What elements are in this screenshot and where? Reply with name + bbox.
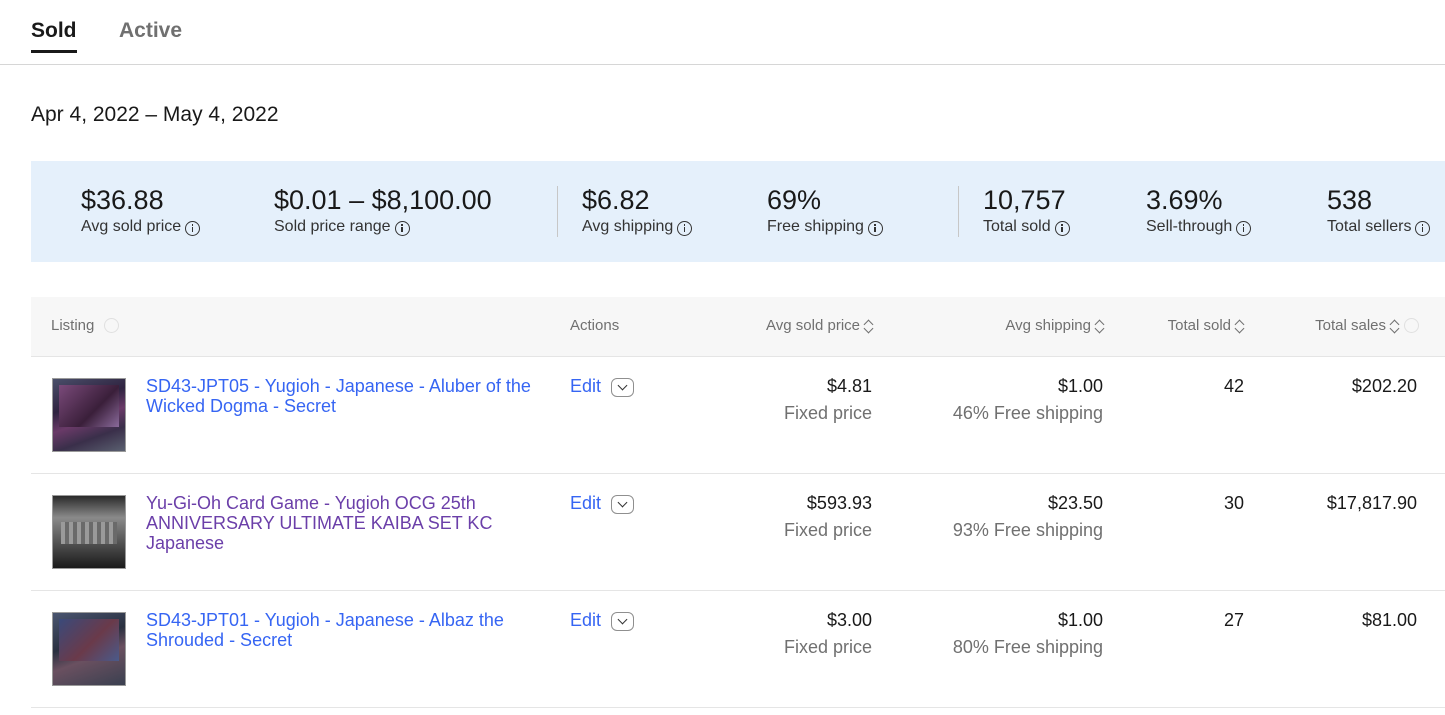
- free-shipping-percent: 80% Free shipping: [952, 637, 1103, 657]
- avg-shipping-cell: $1.00 46% Free shipping: [953, 376, 1103, 423]
- stat-label: Avg sold price: [81, 218, 182, 235]
- shipping-value: $23.50: [1047, 493, 1103, 513]
- shipping-value: $1.00: [1057, 376, 1103, 396]
- free-shipping-percent: 93% Free shipping: [952, 520, 1103, 540]
- stat-label: Avg shipping: [582, 218, 674, 235]
- tab-active[interactable]: Active: [119, 19, 182, 43]
- stat-label: Total sellers: [1327, 218, 1412, 235]
- edit-link[interactable]: Edit: [570, 376, 601, 397]
- stat-divider: [958, 186, 959, 237]
- table-row: Yu-Gi-Oh Card Game - Yugioh OCG 25th ANN…: [31, 474, 1445, 591]
- price-type: Fixed price: [783, 403, 872, 423]
- info-icon[interactable]: [1415, 220, 1431, 236]
- tab-sold[interactable]: Sold: [31, 19, 77, 53]
- date-range: Apr 4, 2022 – May 4, 2022: [31, 103, 279, 126]
- shipping-value: $1.00: [1057, 610, 1103, 630]
- stat-value: 69%: [767, 185, 822, 215]
- listing-title-link[interactable]: SD43-JPT01 - Yugioh - Japanese - Albaz t…: [146, 610, 546, 650]
- header-label: Listing: [51, 317, 95, 334]
- info-icon[interactable]: [867, 220, 883, 236]
- stat-label: Sell-through: [1146, 218, 1233, 235]
- chevron-down-icon[interactable]: [611, 612, 634, 631]
- card-art: [59, 385, 119, 427]
- price-value: $3.00: [826, 610, 872, 630]
- stat-sold-price-range: $0.01 – $8,100.00 Sold price range: [274, 185, 492, 236]
- info-icon[interactable]: [677, 220, 693, 236]
- avg-sold-price-cell: $593.93 Fixed price: [784, 493, 872, 540]
- header-listing: Listing: [51, 317, 120, 334]
- avg-shipping-cell: $1.00 80% Free shipping: [953, 610, 1103, 657]
- listing-title-link[interactable]: Yu-Gi-Oh Card Game - Yugioh OCG 25th ANN…: [146, 493, 546, 553]
- edit-link[interactable]: Edit: [570, 610, 601, 631]
- case-interior: [61, 522, 117, 544]
- info-icon[interactable]: [394, 220, 410, 236]
- price-value: $4.81: [826, 376, 872, 396]
- chevron-down-icon[interactable]: [611, 378, 634, 397]
- table-header: Listing Actions Avg sold price Avg shipp…: [31, 297, 1445, 357]
- avg-sold-price-cell: $4.81 Fixed price: [784, 376, 872, 423]
- header-avg-shipping[interactable]: Avg shipping: [1005, 317, 1105, 334]
- stat-avg-sold-price: $36.88 Avg sold price: [81, 185, 201, 236]
- card-art: [59, 619, 119, 661]
- stat-sell-through: 3.69% Sell-through: [1146, 185, 1252, 236]
- stat-divider: [557, 186, 558, 237]
- stats-summary: $36.88 Avg sold price $0.01 – $8,100.00 …: [31, 161, 1445, 262]
- stat-label: Total sold: [983, 218, 1051, 235]
- stat-value: $36.88: [81, 185, 164, 215]
- stat-label: Sold price range: [274, 218, 391, 235]
- info-icon[interactable]: [1236, 220, 1252, 236]
- edit-link[interactable]: Edit: [570, 493, 601, 514]
- sort-icon[interactable]: [1390, 318, 1400, 334]
- listing-thumbnail[interactable]: [52, 378, 126, 452]
- total-sales-cell: $17,817.90: [1326, 493, 1417, 513]
- header-avg-sold-price[interactable]: Avg sold price: [766, 317, 874, 334]
- tab-bar: Sold Active: [0, 0, 1445, 65]
- sort-icon[interactable]: [864, 318, 874, 334]
- listing-title-link[interactable]: SD43-JPT05 - Yugioh - Japanese - Aluber …: [146, 376, 546, 416]
- avg-shipping-cell: $23.50 93% Free shipping: [953, 493, 1103, 540]
- stat-free-shipping: 69% Free shipping: [767, 185, 883, 236]
- info-icon[interactable]: [185, 220, 201, 236]
- total-sold-cell: 42: [1223, 376, 1244, 396]
- stat-value: 10,757: [983, 185, 1066, 215]
- price-type: Fixed price: [783, 637, 872, 657]
- header-total-sales[interactable]: Total sales: [1315, 317, 1419, 334]
- price-value: $593.93: [806, 493, 872, 513]
- listing-thumbnail[interactable]: [52, 612, 126, 686]
- stat-total-sellers: 538 Total sellers: [1327, 185, 1431, 236]
- avg-sold-price-cell: $3.00 Fixed price: [784, 610, 872, 657]
- listing-thumbnail[interactable]: [52, 495, 126, 569]
- info-icon[interactable]: [1404, 318, 1419, 333]
- header-total-sold[interactable]: Total sold: [1168, 317, 1245, 334]
- stat-value: 3.69%: [1146, 185, 1223, 215]
- table-row: SD43-JPT05 - Yugioh - Japanese - Aluber …: [31, 357, 1445, 474]
- table-row: SD43-JPT01 - Yugioh - Japanese - Albaz t…: [31, 591, 1445, 708]
- free-shipping-percent: 46% Free shipping: [952, 403, 1103, 423]
- stat-value: $0.01 – $8,100.00: [274, 185, 492, 215]
- total-sales-cell: $81.00: [1361, 610, 1417, 630]
- stat-avg-shipping: $6.82 Avg shipping: [582, 185, 693, 236]
- total-sold-cell: 27: [1223, 610, 1244, 630]
- header-actions: Actions: [570, 317, 620, 334]
- info-icon[interactable]: [1054, 220, 1070, 236]
- total-sales-cell: $202.20: [1351, 376, 1417, 396]
- header-label: Total sales: [1315, 317, 1386, 334]
- stat-total-sold: 10,757 Total sold: [983, 185, 1070, 236]
- header-label: Avg sold price: [766, 317, 860, 334]
- chevron-down-icon[interactable]: [611, 495, 634, 514]
- sort-icon[interactable]: [1235, 318, 1245, 334]
- price-type: Fixed price: [783, 520, 872, 540]
- sort-icon[interactable]: [1095, 318, 1105, 334]
- stat-value: 538: [1327, 185, 1373, 215]
- total-sold-cell: 30: [1223, 493, 1244, 513]
- info-icon[interactable]: [104, 318, 120, 333]
- header-label: Avg shipping: [1005, 317, 1091, 334]
- stat-label: Free shipping: [767, 218, 864, 235]
- header-label: Total sold: [1167, 317, 1231, 334]
- stat-value: $6.82: [582, 185, 650, 215]
